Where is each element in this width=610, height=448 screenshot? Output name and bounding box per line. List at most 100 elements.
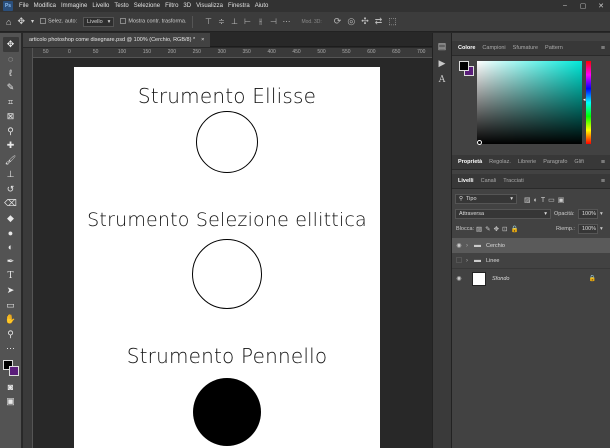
3d-pan-icon[interactable]: ✣ <box>361 16 369 27</box>
layer-row-linee[interactable]: › ▬ Linee <box>452 253 610 268</box>
align-top-icon[interactable]: ⊤ <box>203 17 213 27</box>
color-swatches[interactable] <box>2 359 20 377</box>
chevron-right-icon[interactable]: › <box>466 243 474 249</box>
panel-menu-icon[interactable]: ≡ <box>601 178 605 185</box>
more-options-icon[interactable]: ⋯ <box>281 17 291 27</box>
hand-tool-icon[interactable]: ✋ <box>3 313 19 328</box>
canvas-area[interactable]: Strumento Ellisse Strumento Selezione el… <box>34 59 432 448</box>
opacity-input[interactable]: 100% <box>578 209 598 219</box>
brush-tool-icon[interactable]: 🖌 <box>3 153 19 168</box>
layer-filter-dropdown[interactable]: ⚲ Tipo ▾ <box>455 194 517 204</box>
quick-mask-icon[interactable]: ◙ <box>3 380 19 395</box>
menu-finestra[interactable]: Finestra <box>228 3 250 9</box>
auto-select-checkbox[interactable]: Selez. auto: <box>40 18 77 25</box>
chevron-down-icon[interactable]: ▾ <box>31 18 34 25</box>
chevron-down-icon[interactable]: ▾ <box>600 211 603 217</box>
eye-hidden-icon[interactable] <box>452 256 466 265</box>
align-middle-icon[interactable]: ≑ <box>216 17 226 27</box>
3d-orbit-icon[interactable]: ⟳ <box>334 16 342 27</box>
paint-bucket-icon[interactable]: ◆ <box>3 211 19 226</box>
minimize-icon[interactable]: – <box>556 2 574 10</box>
layer-row-cerchio[interactable]: ◉ › ▬ Cerchio <box>452 238 610 253</box>
history-panel-icon[interactable]: ▤ <box>438 41 447 52</box>
menu-livello[interactable]: Livello <box>92 3 109 9</box>
background-color-swatch[interactable] <box>8 366 19 376</box>
eye-icon[interactable]: ◉ <box>452 275 466 282</box>
move-tool-icon[interactable]: ✥ <box>2 37 19 52</box>
foreground-color-chip[interactable] <box>459 61 469 71</box>
lock-icons[interactable]: ▨✎✥⊡🔒 <box>476 225 522 233</box>
align-center-icon[interactable]: ⫲ <box>255 17 265 27</box>
eraser-icon[interactable]: ⌫ <box>3 197 19 212</box>
layer-filter-icons[interactable]: ▨◐T▭▣ <box>524 196 567 204</box>
path-selection-icon[interactable]: ➤ <box>3 284 19 299</box>
3d-slide-icon[interactable]: ⇄ <box>375 16 383 27</box>
menu-3d[interactable]: 3D <box>183 3 191 9</box>
blur-tool-icon[interactable]: ● <box>3 226 19 241</box>
maximize-icon[interactable]: ▢ <box>574 2 592 10</box>
lasso-tool-icon[interactable]: ℓ <box>3 66 19 81</box>
show-transform-checkbox[interactable]: Mostra contr. trasforma. <box>120 18 186 25</box>
panel-menu-icon[interactable]: ≡ <box>601 159 605 166</box>
color-picker-cursor[interactable] <box>477 140 482 145</box>
chevron-down-icon[interactable]: ▾ <box>600 226 603 232</box>
tab-regolazioni[interactable]: Regolaz. <box>489 159 511 165</box>
tab-tracciati[interactable]: Tracciati <box>503 178 524 184</box>
auto-select-target-dropdown[interactable]: Livello ▾ <box>83 16 115 27</box>
menu-file[interactable]: File <box>19 3 29 9</box>
tab-glifi[interactable]: Glifi <box>574 159 583 165</box>
close-tab-icon[interactable]: × <box>201 37 204 43</box>
dodge-tool-icon[interactable]: ◐ <box>3 240 19 255</box>
tab-paragrafo[interactable]: Paragrafo <box>543 159 567 165</box>
actions-panel-icon[interactable]: ▶ <box>439 58 446 69</box>
character-panel-icon[interactable]: A <box>439 75 446 85</box>
chevron-right-icon[interactable]: › <box>466 258 474 264</box>
color-picker-field[interactable] <box>477 61 582 144</box>
tab-campioni[interactable]: Campioni <box>482 45 505 51</box>
blend-mode-dropdown[interactable]: Attraversa ▾ <box>455 209 551 219</box>
tab-colore[interactable]: Colore <box>458 45 475 51</box>
marquee-tool-icon[interactable]: ◌ <box>3 52 19 67</box>
tab-canali[interactable]: Canali <box>481 178 497 184</box>
panel-menu-icon[interactable]: ≡ <box>601 45 605 52</box>
tab-proprieta[interactable]: Proprietà <box>458 159 482 165</box>
document-tab[interactable]: articolo photoshop come disegnare.psd @ … <box>23 33 211 47</box>
3d-scale-icon[interactable]: ⬚ <box>388 16 397 27</box>
3d-roll-icon[interactable]: ◎ <box>347 16 355 27</box>
menu-immagine[interactable]: Immagine <box>61 3 87 9</box>
align-right-icon[interactable]: ⊣ <box>268 17 278 27</box>
menu-aiuto[interactable]: Aiuto <box>255 3 269 9</box>
rectangle-tool-icon[interactable]: ▭ <box>3 298 19 313</box>
close-icon[interactable]: ✕ <box>592 2 610 10</box>
clone-stamp-icon[interactable]: ⊥ <box>3 168 19 183</box>
more-tools-icon[interactable]: ⋯ <box>3 342 19 357</box>
hue-slider-handle-icon[interactable]: ◂ <box>583 97 586 103</box>
menu-selezione[interactable]: Selezione <box>134 3 160 9</box>
document-canvas[interactable]: Strumento Ellisse Strumento Selezione el… <box>74 67 380 448</box>
eyedropper-icon[interactable]: ⚲ <box>3 124 19 139</box>
zoom-tool-icon[interactable]: ⚲ <box>3 327 19 342</box>
healing-brush-icon[interactable]: ✚ <box>3 139 19 154</box>
tab-pattern[interactable]: Pattern <box>545 45 563 51</box>
crop-tool-icon[interactable]: ⌗ <box>3 95 19 110</box>
frame-tool-icon[interactable]: ⊠ <box>3 110 19 125</box>
layer-row-sfondo[interactable]: ◉ Sfondo 🔒 <box>452 268 610 288</box>
menu-modifica[interactable]: Modifica <box>34 3 56 9</box>
align-bottom-icon[interactable]: ⊥ <box>229 17 239 27</box>
screen-mode-icon[interactable]: ▣ <box>3 395 19 410</box>
pen-tool-icon[interactable]: ✒ <box>3 255 19 270</box>
menu-testo[interactable]: Testo <box>114 3 128 9</box>
fill-input[interactable]: 100% <box>578 224 598 234</box>
align-left-icon[interactable]: ⊢ <box>242 17 252 27</box>
quick-selection-icon[interactable]: ✎ <box>3 81 19 96</box>
tab-livelli[interactable]: Livelli <box>458 178 474 184</box>
menu-filtro[interactable]: Filtro <box>165 3 178 9</box>
move-tool-preset-icon[interactable]: ✥ <box>17 16 25 27</box>
history-brush-icon[interactable]: ↺ <box>3 182 19 197</box>
menu-visualizza[interactable]: Visualizza <box>196 3 223 9</box>
tab-sfumature[interactable]: Sfumature <box>513 45 538 51</box>
eye-icon[interactable]: ◉ <box>452 242 466 249</box>
tab-librerie[interactable]: Librerie <box>518 159 536 165</box>
home-icon[interactable]: ⌂ <box>6 17 11 27</box>
hue-slider[interactable] <box>586 61 591 144</box>
